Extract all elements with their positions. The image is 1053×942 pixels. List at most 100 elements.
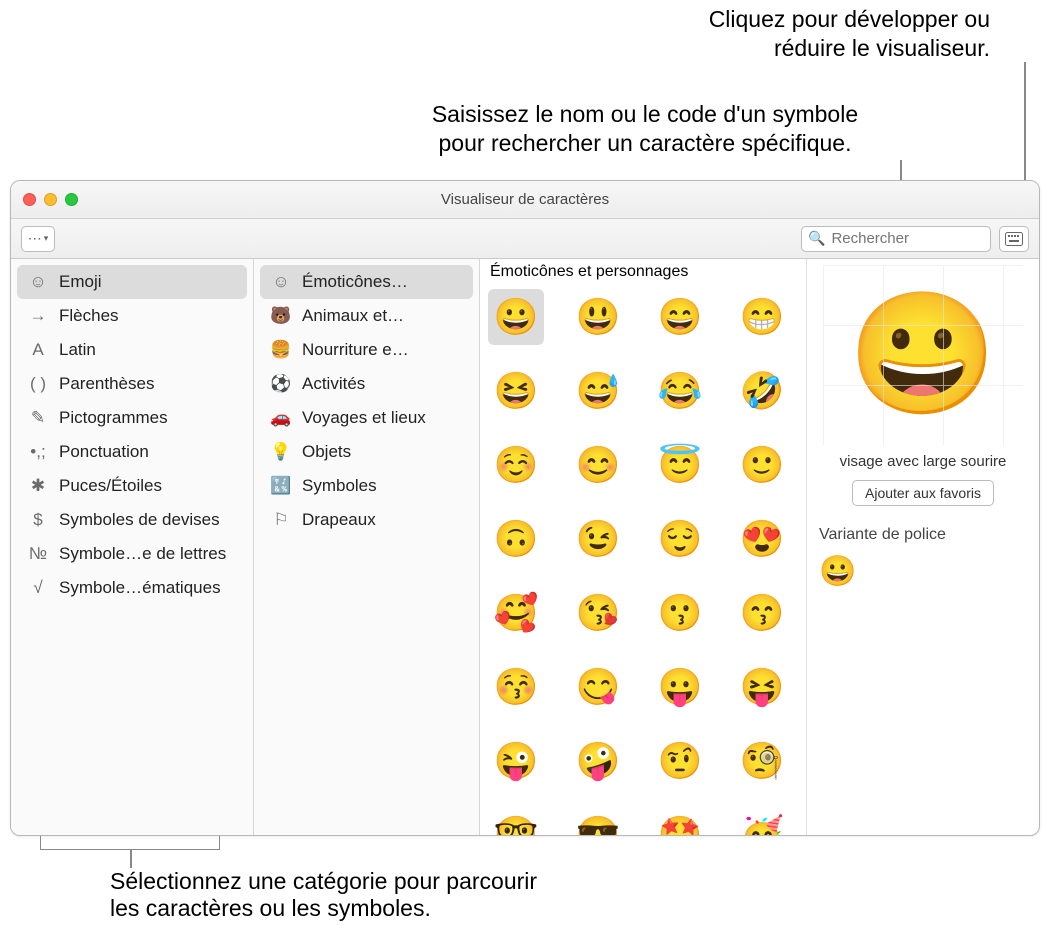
subcategory-item[interactable]: ☺Émoticônes… [260,265,473,299]
emoji-cell[interactable]: 😜 [488,733,544,789]
callout-bracket [40,836,220,850]
category-icon: ( ) [27,374,49,394]
emoji-cell[interactable]: ☺️ [488,437,544,493]
window-title: Visualiseur de caractères [11,191,1039,208]
detail-pane: 😀 visage avec large sourire Ajouter aux … [807,259,1039,835]
callout-text: Saisissez le nom ou le code d'un symbole [432,101,858,127]
category-label: Flèches [59,306,119,326]
toggle-viewer-button[interactable] [999,226,1029,252]
subcategory-item[interactable]: 🐻Animaux et… [260,299,473,333]
subcategory-icon: 🐻 [270,306,292,326]
emoji-cell[interactable]: 😋 [570,659,626,715]
callout-text: pour rechercher un caractère spécifique. [439,130,852,156]
emoji-cell[interactable]: 😍 [734,511,790,567]
category-item[interactable]: ✱ Puces/Étoiles [17,469,247,503]
category-item[interactable]: → Flèches [17,299,247,333]
subcategory-item[interactable]: 🚗 Voyages et lieux [260,401,473,435]
subcategory-item[interactable]: 💡Objets [260,435,473,469]
emoji-cell[interactable]: 😝 [734,659,790,715]
character-viewer-window: Visualiseur de caractères ⋯ ▾ 🔍 ☺Emoji → F… [10,180,1040,836]
font-variant-label: Variante de police [819,526,1027,544]
keyboard-icon [1005,232,1023,246]
emoji-cell[interactable]: 😀 [488,289,544,345]
emoji-cell[interactable]: 😚 [488,659,544,715]
emoji-cell[interactable]: 🤪 [570,733,626,789]
emoji-cell[interactable]: 😌 [652,511,708,567]
subcategory-item[interactable]: ⚐ Drapeaux [260,503,473,537]
emoji-cell[interactable]: 😃 [570,289,626,345]
category-icon: № [27,544,49,564]
subcategory-icon: 🚗 [270,408,292,428]
subcategory-label: Drapeaux [302,510,376,530]
subcategory-icon: 🔣 [270,476,292,496]
toolbar: ⋯ ▾ 🔍 [11,219,1039,259]
emoji-cell[interactable]: 😉 [570,511,626,567]
emoji-cell[interactable]: 🤣 [734,363,790,419]
emoji-cell[interactable]: 😇 [652,437,708,493]
category-list: ☺Emoji → Flèches A Latin ( ) Parenthèses ✎Picto… [11,259,254,835]
subcategory-item[interactable]: ⚽Activités [260,367,473,401]
category-item[interactable]: ☺Emoji [17,265,247,299]
category-icon: → [27,306,49,326]
subcategory-item[interactable]: 🔣Symboles [260,469,473,503]
category-item[interactable]: ( ) Parenthèses [17,367,247,401]
category-item[interactable]: •,;Ponctuation [17,435,247,469]
callout-leader [130,850,132,868]
subcategory-label: Émoticônes… [302,272,408,292]
emoji-cell[interactable]: 🤩 [652,807,708,835]
search-field[interactable]: 🔍 [801,226,991,252]
emoji-cell[interactable]: 😙 [734,585,790,641]
category-item[interactable]: A Latin [17,333,247,367]
callout-text: Sélectionnez une catégorie pour parcouri… [110,868,537,894]
font-variant-glyph[interactable]: 😀 [819,554,1027,589]
subcategory-label: Voyages et lieux [302,408,426,428]
subcategory-item[interactable]: 🍔 Nourriture e… [260,333,473,367]
category-item[interactable]: ✎Pictogrammes [17,401,247,435]
emoji-cell[interactable]: 🥳 [734,807,790,835]
category-item[interactable]: √Symbole…ématiques [17,571,247,605]
category-label: Latin [59,340,96,360]
character-grid: 😀😃😄😁😆😅😂🤣☺️😊😇🙂🙃😉😌😍🥰😘😗😙😚😋😛😝😜🤪🤨🧐🤓😎🤩🥳😏😒😞😔 [480,289,806,835]
category-icon: •,; [27,442,49,462]
emoji-cell[interactable]: 😁 [734,289,790,345]
subcategory-icon: ⚐ [270,510,292,530]
emoji-cell[interactable]: 🙂 [734,437,790,493]
subcategory-icon: 🍔 [270,340,292,360]
minimize-button[interactable] [44,193,57,206]
emoji-cell[interactable]: 😂 [652,363,708,419]
emoji-cell[interactable]: 🤓 [488,807,544,835]
add-to-favorites-button[interactable]: Ajouter aux favoris [852,480,994,506]
emoji-cell[interactable]: 😊 [570,437,626,493]
options-menu-button[interactable]: ⋯ ▾ [21,226,55,252]
emoji-cell[interactable]: 😎 [570,807,626,835]
subcategory-label: Nourriture e… [302,340,409,360]
preview-grid-bg [823,265,1023,445]
category-item[interactable]: № Symbole…e de lettres [17,537,247,571]
emoji-cell[interactable]: 🙃 [488,511,544,567]
category-label: Symbole…ématiques [59,578,221,598]
emoji-cell[interactable]: 😘 [570,585,626,641]
category-icon: ✱ [27,476,49,496]
category-label: Puces/Étoiles [59,476,162,496]
search-icon: 🔍 [808,230,825,247]
emoji-cell[interactable]: 😄 [652,289,708,345]
close-button[interactable] [23,193,36,206]
emoji-cell[interactable]: 😅 [570,363,626,419]
emoji-cell[interactable]: 😆 [488,363,544,419]
emoji-cell[interactable]: 🤨 [652,733,708,789]
category-label: Symbole…e de lettres [59,544,226,564]
emoji-cell[interactable]: 🧐 [734,733,790,789]
subcategory-list: ☺Émoticônes…🐻Animaux et… 🍔 Nourriture e… ⚽A… [254,259,480,835]
subcategory-icon: ⚽ [270,374,292,394]
category-item[interactable]: $Symboles de devises [17,503,247,537]
category-icon: ✎ [27,408,49,428]
zoom-button[interactable] [65,193,78,206]
category-label: Emoji [59,272,102,292]
category-label: Parenthèses [59,374,154,394]
subcategory-icon: 💡 [270,442,292,462]
emoji-cell[interactable]: 😗 [652,585,708,641]
titlebar: Visualiseur de caractères [11,181,1039,219]
emoji-cell[interactable]: 🥰 [488,585,544,641]
emoji-cell[interactable]: 😛 [652,659,708,715]
category-icon: A [27,340,49,360]
